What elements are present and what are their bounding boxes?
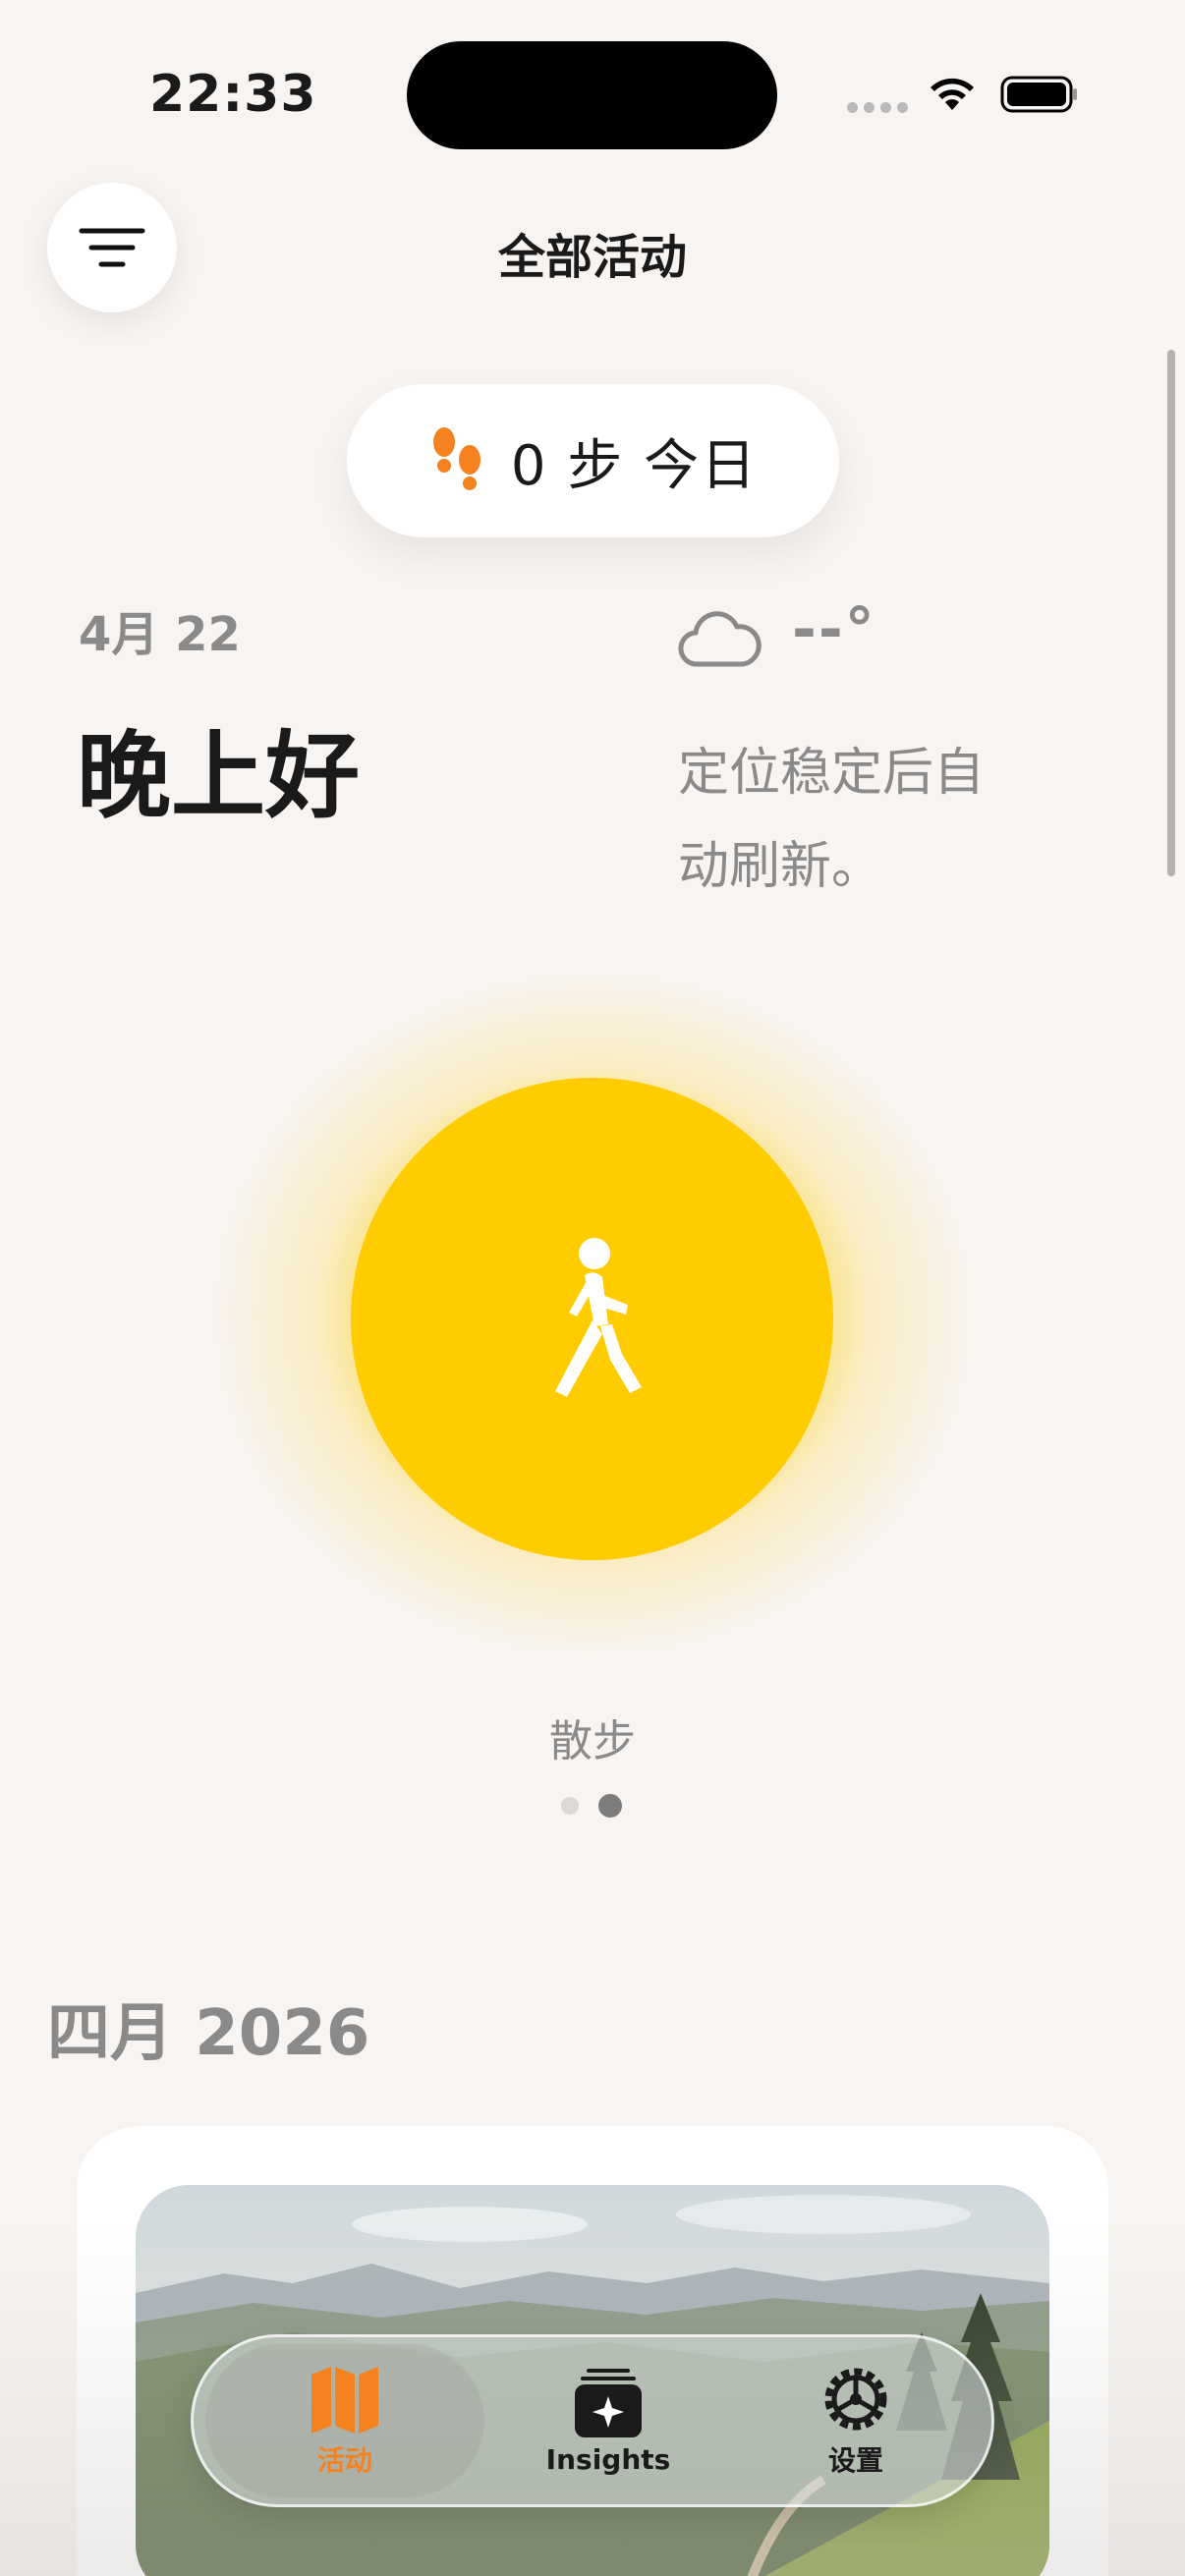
walking-person-icon: [554, 1237, 642, 1397]
status-time: 22:33: [149, 65, 317, 124]
activity-label: 散步: [549, 1716, 636, 1766]
cloud-icon: [678, 611, 762, 667]
steps-pill[interactable]: 0 步 今日: [347, 384, 839, 537]
weather-temperature: --°: [792, 595, 876, 664]
page-dot[interactable]: [561, 1797, 579, 1815]
tab-label: 设置: [827, 2444, 883, 2477]
tab-settings[interactable]: 设置: [732, 2344, 980, 2497]
screen: 22:33 全部活动 0 步 今日 4月 22 晚上好 --° 定位稳定后自动刷…: [0, 0, 1185, 2576]
weather-message: 定位稳定后自动刷新。: [678, 744, 986, 896]
battery-icon: [1000, 76, 1077, 113]
dynamic-island: [407, 41, 777, 149]
month-heading: 四月 2026: [47, 1997, 370, 2070]
page-title: 全部活动: [497, 230, 687, 285]
greeting-text: 晚上好: [77, 721, 360, 831]
cellular-signal-icon: [847, 102, 908, 113]
steps-count-text: 0 步 今日: [510, 433, 759, 498]
tab-activity[interactable]: 活动: [205, 2344, 484, 2497]
map-icon: [311, 2367, 378, 2434]
scrollbar[interactable]: [1167, 350, 1175, 876]
tab-label: 活动: [316, 2444, 372, 2477]
tab-insights[interactable]: Insights: [484, 2344, 732, 2497]
page-dot-active[interactable]: [598, 1794, 622, 1818]
gear-icon: [824, 2368, 887, 2431]
wifi-icon: [931, 78, 974, 110]
footprints-icon: [432, 427, 480, 490]
page-indicator[interactable]: [561, 1794, 622, 1818]
tab-bar: 活动 Insights 设置: [191, 2334, 994, 2507]
insights-icon: [575, 2368, 642, 2437]
date-label: 4月 22: [79, 607, 241, 662]
tab-label: Insights: [545, 2442, 671, 2476]
activity-button[interactable]: [351, 1078, 833, 1560]
